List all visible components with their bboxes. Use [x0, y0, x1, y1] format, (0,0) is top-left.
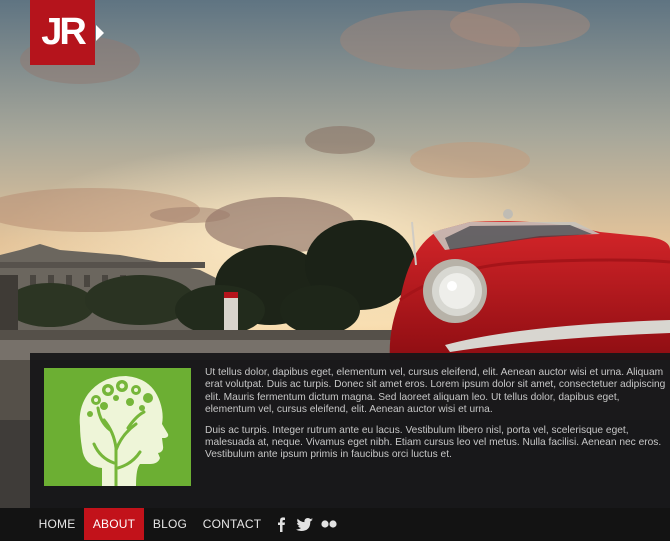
nav-about[interactable]: ABOUT	[84, 508, 144, 540]
about-text: Ut tellus dolor, dapibus eget, elementum…	[205, 367, 667, 497]
twitter-icon[interactable]	[296, 516, 314, 532]
nav-home[interactable]: HOME	[30, 508, 84, 540]
nav-blog[interactable]: BLOG	[144, 508, 196, 540]
tree-head-illustration-icon	[44, 368, 191, 486]
nav-contact[interactable]: CONTACT	[196, 508, 268, 540]
flickr-icon[interactable]	[320, 516, 338, 532]
about-content-panel: Ut tellus dolor, dapibus eget, elementum…	[30, 353, 670, 508]
main-navigation: HOME ABOUT BLOG CONTACT	[0, 508, 670, 540]
about-paragraph: Duis ac turpis. Integer rutrum ante eu l…	[205, 424, 662, 461]
logo-arrow-icon	[96, 25, 104, 41]
about-paragraph: Ut tellus dolor, dapibus eget, elementum…	[205, 367, 666, 416]
site-logo[interactable]: JR	[30, 0, 95, 65]
facebook-icon[interactable]	[274, 516, 288, 532]
about-image	[44, 368, 191, 486]
